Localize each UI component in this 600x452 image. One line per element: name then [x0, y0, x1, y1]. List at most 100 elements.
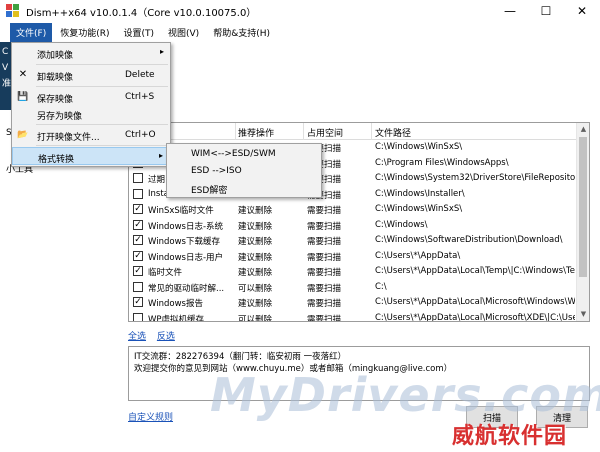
submenu-arrow-icon: ▸ — [158, 151, 163, 160]
menu-save-as-image[interactable]: 另存为映像 — [12, 105, 170, 123]
table-scrollbar[interactable]: ▲ ▼ — [576, 123, 589, 321]
convert-submenu: WIM<-->ESD/SWM ESD -->ISO ESD解密 — [166, 143, 322, 198]
row-space: 需要扫描 — [307, 268, 342, 278]
scroll-up-icon[interactable]: ▲ — [577, 123, 589, 136]
convert-wim-esd-swm[interactable]: WIM<-->ESD/SWM — [191, 149, 276, 159]
table-header: 推荐操作 占用空间 文件路径 — [129, 123, 589, 140]
row-recommended-op: 建议删除 — [238, 221, 273, 232]
row-name: 常见的驱动临时解... — [148, 283, 225, 294]
menu-format-convert-label: 格式转换 — [38, 155, 75, 165]
menu-add-image[interactable]: 添加映像 ▸ — [12, 44, 170, 62]
scroll-thumb[interactable] — [579, 137, 587, 277]
row-name: 临时文件 — [148, 268, 183, 278]
row-name: Windows报告 — [148, 299, 203, 309]
header-recommended-op[interactable]: 推荐操作 — [238, 126, 274, 139]
menu-open-label: 打开映像文件... — [37, 133, 100, 143]
file-menu-dropdown: 添加映像 ▸ ✕ 卸载映像 Delete 💾 保存映像 Ctrl+S 另存为映像… — [11, 42, 171, 167]
row-checkbox[interactable]: ✓ — [133, 297, 143, 307]
menu-bar: 文件(F) 恢复功能(R) 设置(T) 视图(V) 帮助&支持(H) — [0, 22, 600, 42]
row-path: C:\Windows\WinSxS\ — [375, 204, 463, 214]
row-path: C:\Users\*\AppData\Local\Temp\|C:\Window… — [375, 266, 575, 276]
menu-view[interactable]: 视图(V) — [162, 23, 205, 42]
row-space: 需要扫描 — [307, 299, 342, 309]
row-checkbox[interactable] — [133, 312, 143, 321]
row-path: C:\Windows\ — [375, 219, 428, 230]
row-recommended-op: 建议删除 — [238, 268, 273, 278]
row-recommended-op: 建议删除 — [238, 206, 273, 216]
row-checkbox[interactable]: ✓ — [133, 219, 143, 230]
open-folder-icon: 📂 — [17, 130, 29, 140]
brand-watermark: 威航软件园 — [452, 424, 568, 449]
table-row[interactable]: ✓ Windows报告 建议删除 需要扫描 C:\Users\*\AppData\Loc… — [129, 295, 577, 311]
row-recommended-op: 建议删除 — [238, 252, 273, 263]
row-recommended-op: 可以删除 — [238, 283, 273, 294]
row-space: 需要扫描 — [307, 221, 342, 232]
row-checkbox[interactable]: ✓ — [133, 250, 143, 261]
menu-help[interactable]: 帮助&支持(H) — [207, 23, 276, 42]
row-path: C:\Windows\System32\DriverStore\FileRepo… — [375, 173, 575, 183]
custom-rules-link[interactable]: 自定义规则 — [128, 410, 173, 423]
menu-add-image-label: 添加映像 — [37, 51, 74, 61]
row-path: C:\Users\*\AppData\Local\Microsoft\Windo… — [375, 297, 575, 307]
menu-unmount-label: 卸载映像 — [37, 73, 74, 83]
row-space: 需要扫描 — [307, 237, 342, 247]
row-checkbox[interactable]: ✓ — [133, 204, 143, 214]
menu-restore[interactable]: 恢复功能(R) — [54, 23, 115, 42]
row-path: C:\Windows\WinSxS\ — [375, 142, 463, 152]
convert-esd-iso[interactable]: ESD -->ISO — [191, 166, 242, 176]
row-path: C:\Windows\Installer\ — [375, 188, 465, 199]
row-space: 需要扫描 — [307, 252, 342, 263]
row-checkbox[interactable] — [133, 281, 143, 292]
select-all-link[interactable]: 全选 — [128, 332, 146, 342]
shortcut-ctrl-s: Ctrl+S — [125, 92, 155, 102]
save-icon: 💾 — [17, 92, 29, 102]
shortcut-ctrl-o: Ctrl+O — [125, 130, 156, 140]
table-row[interactable]: 常见的驱动临时解... 可以删除 需要扫描 C:\ — [129, 280, 577, 296]
table-row[interactable]: WP虚拟机缓存 可以删除 需要扫描 C:\Users\*\AppData\Local\… — [129, 311, 577, 322]
table-row[interactable]: ✓ Windows日志-系统 建议删除 需要扫描 C:\Windows\ — [129, 218, 577, 234]
row-space: 需要扫描 — [307, 283, 342, 294]
row-name: WinSxS临时文件 — [148, 206, 214, 216]
row-space: 需要扫描 — [307, 206, 342, 216]
info-line-qq: IT交流群：282276394（翻门转：临安初雨 一夜落红） — [134, 352, 347, 362]
header-space[interactable]: 占用空间 — [307, 126, 343, 139]
row-checkbox[interactable] — [133, 188, 143, 199]
row-recommended-op: 建议删除 — [238, 237, 273, 247]
row-checkbox[interactable] — [133, 173, 143, 183]
menu-format-convert[interactable]: 格式转换 ▸ — [12, 147, 170, 165]
row-checkbox[interactable]: ✓ — [133, 235, 143, 245]
unmount-icon: ✕ — [18, 69, 28, 80]
table-row[interactable]: ✓ 临时文件 建议删除 需要扫描 C:\Users\*\AppData\Local\Te… — [129, 264, 577, 280]
menu-unmount-image[interactable]: ✕ 卸载映像 Delete — [12, 66, 170, 84]
row-name: Windows日志-用户 — [148, 252, 224, 263]
row-path: C:\Users\*\AppData\ — [375, 250, 461, 261]
window-title: Dism++x64 v10.0.1.4（Core v10.0.10075.0） — [26, 7, 257, 19]
row-recommended-op: 建议删除 — [238, 299, 273, 309]
table-row[interactable]: ✓ WinSxS临时文件 建议删除 需要扫描 C:\Windows\WinSxS\ — [129, 202, 577, 218]
menu-settings[interactable]: 设置(T) — [117, 23, 160, 42]
row-name: WP虚拟机缓存 — [148, 314, 205, 322]
table-row[interactable]: ✓ Windows日志-用户 建议删除 需要扫描 C:\Users\*\AppData\ — [129, 249, 577, 265]
convert-esd-decrypt[interactable]: ESD解密 — [191, 183, 227, 196]
shortcut-delete: Delete — [125, 70, 155, 80]
close-button[interactable]: ✕ — [564, 0, 600, 22]
submenu-arrow-icon: ▸ — [159, 47, 164, 56]
row-recommended-op: 可以删除 — [238, 314, 273, 322]
app-icon — [6, 4, 20, 18]
maximize-button[interactable]: ☐ — [528, 0, 564, 22]
row-name: Windows日志-系统 — [148, 221, 224, 232]
minimize-button[interactable]: — — [492, 0, 528, 22]
row-name: Windows下载缓存 — [148, 237, 220, 247]
row-space: 需要扫描 — [307, 314, 342, 322]
row-path: C:\ — [375, 281, 387, 292]
invert-selection-link[interactable]: 反选 — [157, 332, 175, 342]
title-bar: Dism++x64 v10.0.1.4（Core v10.0.10075.0） … — [0, 0, 600, 22]
row-checkbox[interactable]: ✓ — [133, 266, 143, 276]
menu-open-image-file[interactable]: 📂 打开映像文件... Ctrl+O — [12, 126, 170, 144]
header-path[interactable]: 文件路径 — [375, 126, 411, 139]
menu-save-image[interactable]: 💾 保存映像 Ctrl+S — [12, 88, 170, 106]
selection-links: 全选 反选 — [128, 329, 183, 342]
scroll-down-icon[interactable]: ▼ — [577, 308, 589, 321]
table-row[interactable]: ✓ Windows下载缓存 建议删除 需要扫描 C:\Windows\SoftwareD… — [129, 233, 577, 249]
menu-file[interactable]: 文件(F) — [10, 22, 53, 42]
